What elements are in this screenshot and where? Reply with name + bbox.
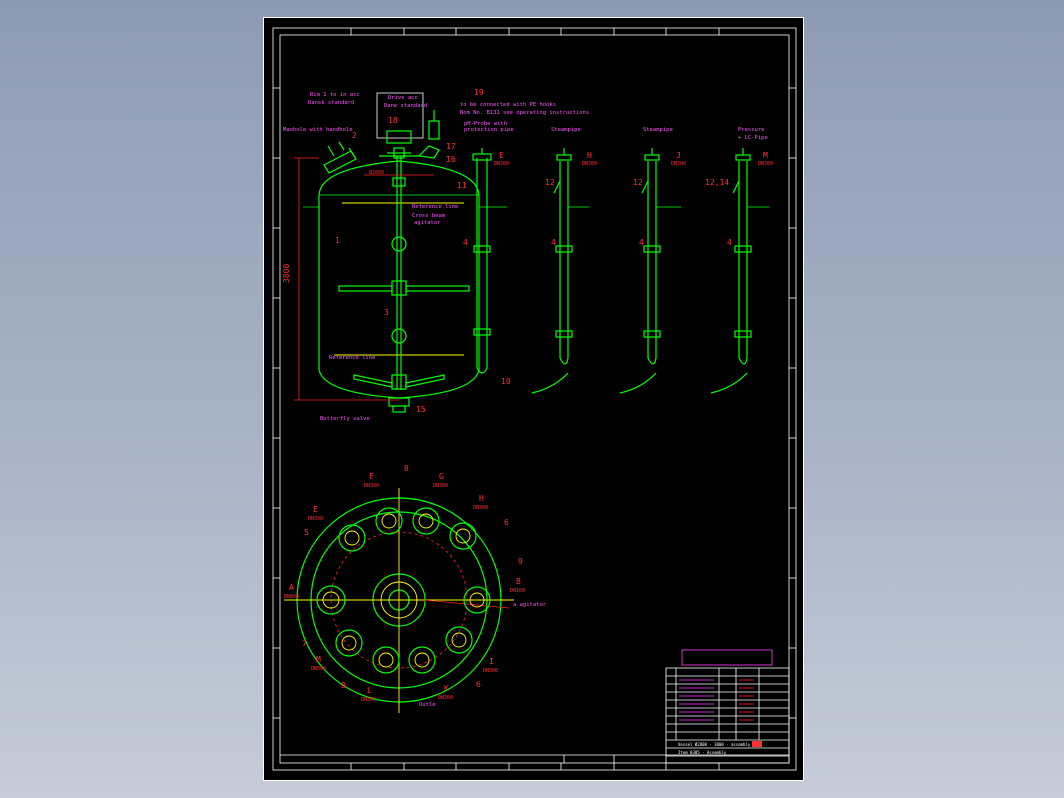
plan-dn-k: DN300	[438, 695, 453, 701]
letter-j: J	[676, 151, 681, 160]
nozzle-f	[375, 507, 403, 535]
pos-4-e: 4	[463, 238, 468, 247]
letter-e: E	[499, 151, 504, 160]
pos-15: 15	[416, 405, 426, 414]
label-steampipe-h: Steampipe	[551, 127, 581, 133]
bottom-blade-left	[353, 374, 393, 388]
pos-11: 11	[457, 181, 467, 190]
plan-letter-f: F	[369, 472, 374, 481]
nozzle-m	[335, 629, 363, 657]
plan-letter-a: A	[289, 583, 294, 592]
pos-1: 1	[335, 236, 340, 245]
drawing-sheet: Vessel Ø2800 · 3800 · assembly Item 8385…	[263, 17, 804, 781]
dim-height: 3800	[282, 264, 291, 283]
impeller-blade-right	[405, 285, 470, 292]
nozzle-l	[372, 646, 400, 674]
label-steampipe-j: Steampipe	[643, 127, 673, 133]
letter-h: H	[587, 151, 592, 160]
steampipe-j	[619, 148, 681, 394]
pos-4-j: 4	[639, 238, 644, 247]
label-reference-bottom: Reference line	[329, 355, 375, 361]
label-outlet: Outle	[419, 702, 436, 708]
plan-letter-g: G	[439, 472, 444, 481]
plan-pos-9: 9	[518, 557, 523, 566]
label-pressure-1: Pressure	[738, 127, 765, 133]
label-rim-bottom: Dansk standard	[308, 100, 354, 106]
plan-pos-8-bottom: 8	[341, 681, 346, 690]
label-pressure-2: + LC-Pipe	[738, 135, 768, 141]
cad-drawing: Vessel Ø2800 · 3800 · assembly Item 8385…	[272, 27, 797, 771]
coupling-1	[391, 236, 407, 252]
nozzle-h	[449, 522, 477, 550]
label-drive-top: Drive acc	[388, 95, 418, 101]
plan-letter-m: M	[316, 655, 321, 664]
plan-letter-b: B	[516, 577, 521, 586]
label-reference-top: Reference line	[412, 204, 458, 210]
pos-18: 18	[388, 116, 398, 125]
annotations: Manhole with handhole Rim 1 to in acc Da…	[282, 88, 773, 708]
dn-h: DN300	[582, 161, 597, 167]
impeller-blade-left	[338, 285, 393, 292]
plan-dn-i: DN300	[483, 668, 498, 674]
plan-dn-e: DN300	[308, 516, 323, 522]
pos-10: 10	[501, 377, 511, 386]
dim-diameter: Ø2800	[369, 169, 384, 176]
plan-dn-f: DN300	[364, 483, 379, 489]
pos-17: 17	[446, 142, 456, 151]
label-cross-beam: Cross beam	[412, 213, 446, 219]
pos-16: 16	[446, 155, 456, 164]
plan-pos-7: 7	[302, 639, 307, 648]
plan-pos-6-bottom: 6	[476, 680, 481, 689]
pos-4-m: 4	[727, 238, 732, 247]
steampipe-h	[531, 148, 589, 394]
label-note-2: Nom No. B131 see operating instructions	[460, 110, 589, 116]
plan-dn-a: DN800	[284, 594, 299, 600]
plan-dn-l: DN300	[361, 697, 376, 703]
pos-12-h: 12	[545, 178, 555, 187]
label-agitator-plan: a agitator	[513, 602, 547, 608]
plan-dn-g: DN300	[433, 483, 448, 489]
label-note-1: to be connected with PE hooks	[460, 102, 556, 108]
dn-m: DN300	[758, 161, 773, 167]
label-manhole: Manhole with handhole	[283, 127, 353, 133]
plan-letter-h: H	[479, 494, 484, 503]
plan-pos-8-top: 8	[404, 464, 409, 473]
bottom-blade-right	[405, 374, 445, 388]
plan-pos-6-top: 6	[504, 518, 509, 527]
pos-2: 2	[352, 131, 357, 140]
vessel-bottom-head	[318, 369, 480, 399]
dn-e: DN300	[494, 161, 509, 167]
pos-19: 19	[474, 88, 484, 97]
label-butterfly-valve: Butterfly valve	[320, 416, 370, 422]
steampipe-e	[472, 148, 492, 374]
plan-dn-h: DN300	[473, 505, 488, 511]
pos-12-j: 12	[633, 178, 643, 187]
coupling-2	[391, 328, 407, 344]
label-drive-bottom: Dane standard	[384, 103, 427, 109]
plan-letter-e: E	[313, 505, 318, 514]
nozzle-g	[412, 507, 440, 535]
pos-4-h: 4	[551, 238, 556, 247]
pos-3: 3	[384, 308, 389, 317]
ph-probe-body	[428, 120, 440, 140]
title-line-2: Item 8385 · Assembly	[678, 750, 727, 755]
plan-pos-5: 5	[304, 528, 309, 537]
plan-letter-i: I	[489, 657, 494, 666]
dn-j: DN300	[671, 161, 686, 167]
plan-dn-b: DN100	[510, 588, 525, 594]
plan-letter-l: L	[367, 686, 372, 695]
pos-1214-m: 12,14	[705, 178, 729, 187]
label-rim-top: Rim 1 to in acc	[310, 92, 360, 98]
title-line-1: Vessel Ø2800 · 3800 · assembly	[678, 742, 751, 747]
nozzle-i	[445, 626, 473, 654]
label-agitator: agitator	[414, 220, 441, 226]
nozzle-e	[338, 524, 366, 552]
plan-letter-k: K	[444, 684, 449, 693]
title-block: Vessel Ø2800 · 3800 · assembly Item 8385…	[280, 649, 790, 764]
letter-m: M	[763, 151, 768, 160]
plan-dn-m: DN300	[311, 666, 326, 672]
label-protection-pipe: protection pipe	[464, 127, 514, 133]
